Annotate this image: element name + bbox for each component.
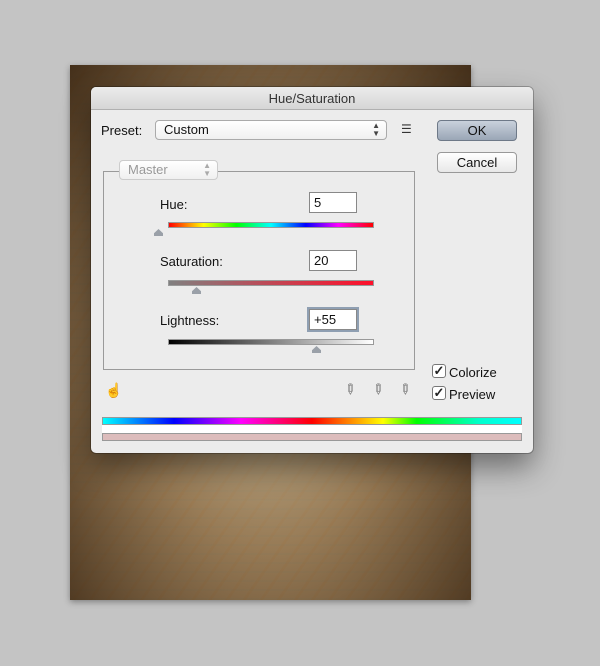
- range-bar[interactable]: [102, 425, 522, 433]
- eyedropper-subtract-icon[interactable]: ✎: [395, 379, 415, 399]
- colorize-checkbox[interactable]: ✓: [432, 364, 446, 378]
- saturation-label: Saturation:: [160, 254, 223, 269]
- saturation-input[interactable]: 20: [309, 250, 357, 271]
- hue-label: Hue:: [160, 197, 188, 212]
- hue-slider-thumb[interactable]: [154, 229, 163, 236]
- preview-checkbox[interactable]: ✓: [432, 386, 446, 400]
- colorize-label: Colorize: [449, 365, 497, 380]
- input-spectrum-bar: [102, 417, 522, 425]
- ok-button[interactable]: OK: [437, 120, 517, 141]
- adjustment-group: Master ▲ ▼ Hue: 5 Saturation: 20 Lightnes…: [103, 160, 415, 370]
- eyedropper-icon[interactable]: ✎: [340, 379, 360, 399]
- output-color-bar: [102, 433, 522, 441]
- saturation-slider-thumb[interactable]: [192, 287, 201, 294]
- dialog-title[interactable]: Hue/Saturation: [91, 87, 533, 110]
- eyedropper-add-icon[interactable]: ✎: [368, 379, 388, 399]
- lightness-label: Lightness:: [160, 313, 220, 328]
- preset-label: Preset:: [101, 123, 143, 138]
- saturation-slider-track[interactable]: [168, 280, 374, 286]
- lightness-slider-track[interactable]: [168, 339, 374, 345]
- cancel-button[interactable]: Cancel: [437, 152, 517, 173]
- hue-slider-track[interactable]: [168, 222, 374, 228]
- lightness-slider-thumb[interactable]: [312, 346, 321, 353]
- preset-options-icon[interactable]: ☰: [401, 122, 412, 136]
- chevron-updown-icon: ▲ ▼: [203, 161, 211, 178]
- channel-value: Master: [128, 162, 168, 177]
- chevron-updown-icon: ▲ ▼: [372, 121, 380, 138]
- preview-label: Preview: [449, 387, 496, 402]
- targeted-adjustment-hand-icon[interactable]: ☝: [105, 382, 122, 399]
- preset-select[interactable]: Custom ▲ ▼: [155, 120, 387, 140]
- preset-value: Custom: [164, 122, 209, 137]
- channel-select[interactable]: Master ▲ ▼: [119, 160, 218, 180]
- hue-input[interactable]: 5: [309, 192, 357, 213]
- hue-saturation-dialog: Hue/Saturation Preset: Custom ▲ ▼ ☰ OK Ca…: [91, 87, 533, 453]
- lightness-input[interactable]: +55: [309, 309, 357, 330]
